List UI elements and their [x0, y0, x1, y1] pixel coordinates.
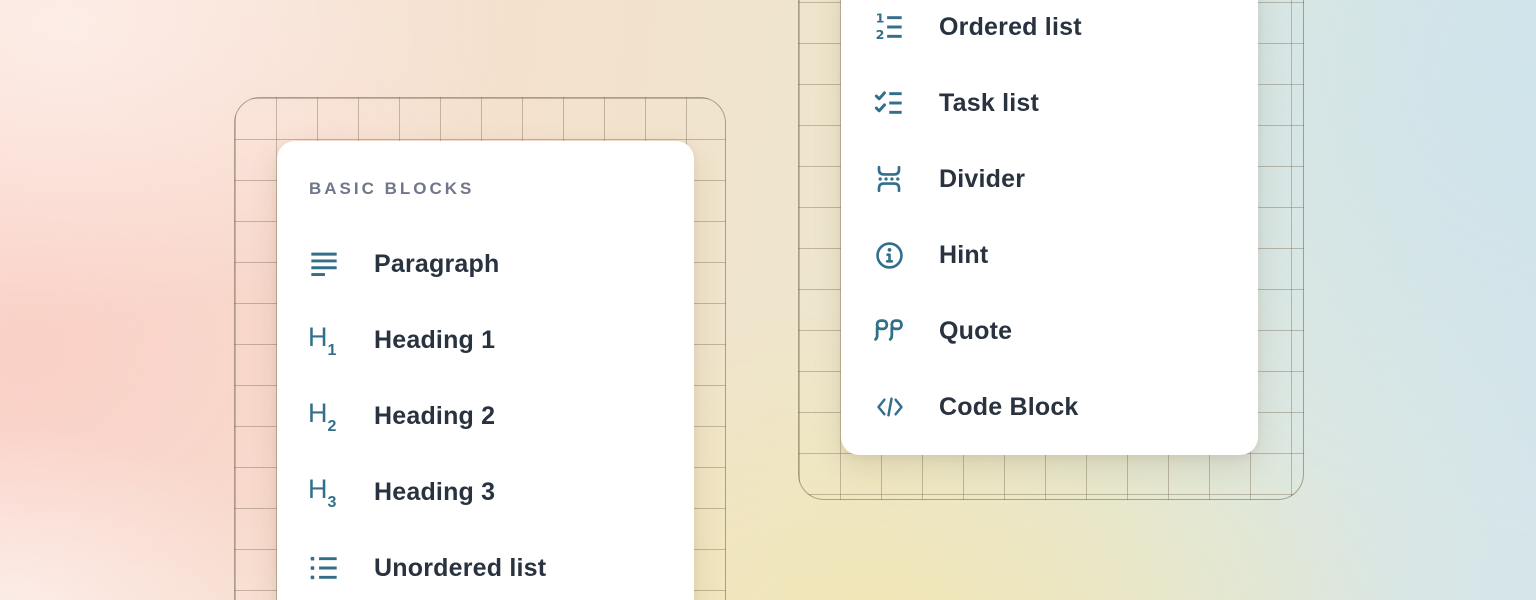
- menu-item-unordered-list[interactable]: Unordered list: [308, 530, 663, 600]
- menu-item-label: Heading 2: [374, 402, 495, 431]
- menu-item-heading-3[interactable]: H3 Heading 3: [308, 454, 663, 530]
- heading-1-icon: H1: [308, 324, 344, 356]
- code-block-icon: [873, 392, 909, 422]
- menu-item-label: Divider: [939, 165, 1025, 194]
- menu-item-code-block[interactable]: Code Block: [873, 369, 1226, 445]
- menu-item-label: Paragraph: [374, 250, 499, 279]
- menu-item-paragraph[interactable]: Paragraph: [308, 226, 663, 302]
- menu-item-ordered-list[interactable]: 1 2 Ordered list: [873, 0, 1226, 65]
- menu-item-label: Hint: [939, 241, 988, 270]
- menu-item-task-list[interactable]: Task list: [873, 65, 1226, 141]
- menu-item-label: Quote: [939, 317, 1012, 346]
- menu-item-label: Ordered list: [939, 13, 1082, 42]
- menu-item-label: Heading 3: [374, 478, 495, 507]
- heading-2-icon: H2: [308, 400, 344, 432]
- heading-3-icon: H3: [308, 476, 344, 508]
- svg-text:2: 2: [876, 27, 885, 42]
- menu-item-label: Task list: [939, 89, 1039, 118]
- ordered-list-icon: 1 2: [873, 11, 909, 43]
- insert-blocks-list: 1 2 Ordered list Task list Divider Hint …: [873, 0, 1226, 445]
- menu-item-label: Unordered list: [374, 554, 546, 583]
- section-label: BASIC BLOCKS: [309, 177, 663, 201]
- menu-item-divider[interactable]: Divider: [873, 141, 1226, 217]
- quote-icon: [873, 315, 909, 347]
- hint-icon: [873, 239, 909, 272]
- task-list-icon: [873, 87, 909, 119]
- menu-item-heading-2[interactable]: H2 Heading 2: [308, 378, 663, 454]
- basic-blocks-menu: BASIC BLOCKS Paragraph H1 Heading 1 H2 Headi…: [277, 141, 694, 600]
- menu-item-quote[interactable]: Quote: [873, 293, 1226, 369]
- unordered-list-icon: [308, 552, 344, 584]
- menu-item-label: Code Block: [939, 393, 1079, 422]
- menu-item-heading-1[interactable]: H1 Heading 1: [308, 302, 663, 378]
- menu-item-hint[interactable]: Hint: [873, 217, 1226, 293]
- svg-text:1: 1: [876, 11, 885, 26]
- menu-item-label: Heading 1: [374, 326, 495, 355]
- divider-icon: [873, 163, 909, 195]
- paragraph-icon: [308, 248, 344, 280]
- basic-blocks-list: Paragraph H1 Heading 1 H2 Heading 2 H3 Heading…: [308, 226, 663, 600]
- insert-blocks-menu: 1 2 Ordered list Task list Divider Hint …: [841, 0, 1258, 455]
